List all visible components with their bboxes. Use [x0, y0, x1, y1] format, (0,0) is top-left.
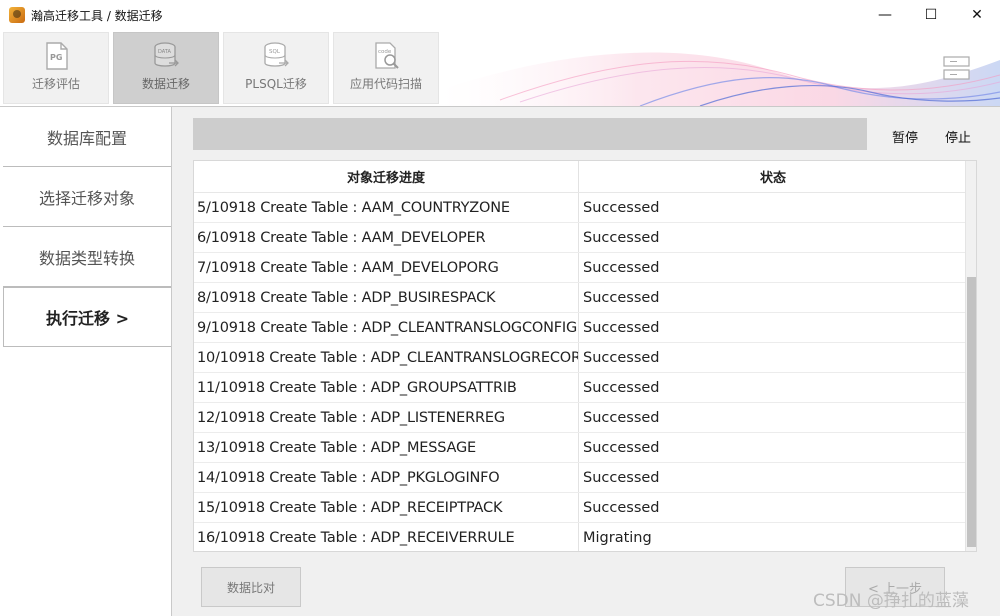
table-row[interactable]: 6/10918 Create Table : AAM_DEVELOPER Succ…	[194, 223, 967, 253]
svg-text:SQL: SQL	[269, 49, 281, 55]
step-navigation: 数据库配置 选择迁移对象 数据类型转换 执行迁移 >	[0, 106, 172, 616]
stop-button[interactable]: 停止	[945, 127, 971, 146]
table-row[interactable]: 16/10918 Create Table : ADP_RECEIVERRULE…	[194, 523, 967, 551]
migration-progress-bar	[193, 118, 867, 150]
tool-app-code-scan[interactable]: code 应用代码扫描	[333, 32, 439, 104]
decorative-wave-banner	[440, 52, 1000, 106]
progress-cell: 7/10918 Create Table : AAM_DEVELOPORG	[194, 253, 579, 282]
scrollbar-thumb[interactable]	[967, 277, 976, 547]
nav-execute-migration[interactable]: 执行迁移 >	[3, 287, 171, 347]
progress-cell: 12/10918 Create Table : ADP_LISTENERREG	[194, 403, 579, 432]
table-row[interactable]: 7/10918 Create Table : AAM_DEVELOPORG Suc…	[194, 253, 967, 283]
progress-cell: 11/10918 Create Table : ADP_GROUPSATTRIB	[194, 373, 579, 402]
maximize-button[interactable]: ☐	[908, 0, 954, 30]
progress-cell: 9/10918 Create Table : ADP_CLEANTRANSLOG…	[194, 313, 579, 342]
progress-cell: 13/10918 Create Table : ADP_MESSAGE	[194, 433, 579, 462]
status-cell: Successed	[583, 379, 660, 396]
table-row[interactable]: 9/10918 Create Table : ADP_CLEANTRANSLOG…	[194, 313, 967, 343]
tool-label: 迁移评估	[31, 77, 80, 91]
column-header-progress[interactable]: 对象迁移进度	[194, 161, 579, 192]
status-cell: Successed	[583, 439, 660, 456]
status-cell: Successed	[583, 409, 660, 426]
svg-text:DATA: DATA	[158, 49, 171, 55]
data-compare-button[interactable]: 数据比对	[201, 567, 301, 607]
tool-label: 应用代码扫描	[349, 77, 422, 91]
progress-cell: 6/10918 Create Table : AAM_DEVELOPER	[194, 223, 579, 252]
table-row[interactable]: 15/10918 Create Table : ADP_RECEIPTPACK S…	[194, 493, 967, 523]
status-cell: Successed	[583, 469, 660, 486]
progress-cell: 15/10918 Create Table : ADP_RECEIPTPACK	[194, 493, 579, 522]
title-bar: 瀚高迁移工具 / 数据迁移 — ☐ ✕	[0, 0, 1000, 30]
table-row[interactable]: 11/10918 Create Table : ADP_GROUPSATTRIB…	[194, 373, 967, 403]
window-title: 瀚高迁移工具 / 数据迁移	[31, 8, 163, 23]
status-cell: Successed	[583, 199, 660, 216]
svg-text:PG: PG	[50, 53, 62, 62]
table-row[interactable]: 14/10918 Create Table : ADP_PKGLOGINFO Su…	[194, 463, 967, 493]
code-scan-icon: code	[375, 42, 399, 69]
menu-list-icon[interactable]	[943, 55, 970, 81]
svg-text:code: code	[378, 49, 392, 55]
status-cell: Migrating	[583, 529, 652, 546]
table-row[interactable]: 12/10918 Create Table : ADP_LISTENERREG S…	[194, 403, 967, 433]
table-row[interactable]: 13/10918 Create Table : ADP_MESSAGE Succe…	[194, 433, 967, 463]
tool-data-migration[interactable]: DATA 数据迁移	[113, 32, 219, 104]
pg-file-icon: PG	[46, 42, 68, 70]
bottom-action-bar: 数据比对 < 上一步 CSDN @挣扎的蓝藻	[172, 556, 1000, 616]
watermark-text: CSDN @挣扎的蓝藻	[813, 591, 969, 611]
table-scrollbar[interactable]	[965, 161, 976, 551]
status-cell: Successed	[583, 499, 660, 516]
table-row[interactable]: 10/10918 Create Table : ADP_CLEANTRANSLO…	[194, 343, 967, 373]
progress-cell: 5/10918 Create Table : AAM_COUNTRYZONE	[194, 193, 579, 222]
table-header: 对象迁移进度 状态	[194, 161, 967, 193]
tool-migration-assessment[interactable]: PG 迁移评估	[3, 32, 109, 104]
toolbar: PG 迁移评估 DATA 数据迁移 SQL PLSQL迁移 code 应用代码扫…	[0, 30, 1000, 106]
table-row[interactable]: 8/10918 Create Table : ADP_BUSIRESPACK Su…	[194, 283, 967, 313]
app-logo-icon	[9, 7, 25, 23]
table-row[interactable]: 5/10918 Create Table : AAM_COUNTRYZONE Su…	[194, 193, 967, 223]
tool-label: 数据迁移	[141, 77, 190, 91]
status-cell: Successed	[583, 259, 660, 276]
progress-cell: 8/10918 Create Table : ADP_BUSIRESPACK	[194, 283, 579, 312]
migration-panel: 暂停 停止 对象迁移进度 状态 5/10918 Create Table : A…	[172, 106, 1000, 556]
tool-plsql-migration[interactable]: SQL PLSQL迁移	[223, 32, 329, 104]
progress-cell: 10/10918 Create Table : ADP_CLEANTRANSLO…	[194, 343, 579, 372]
minimize-button[interactable]: —	[862, 0, 908, 30]
progress-cell: 14/10918 Create Table : ADP_PKGLOGINFO	[194, 463, 579, 492]
status-cell: Successed	[583, 349, 660, 366]
close-button[interactable]: ✕	[954, 0, 1000, 30]
status-cell: Successed	[583, 319, 660, 336]
sql-database-icon: SQL	[264, 42, 289, 67]
database-data-icon: DATA	[154, 42, 179, 67]
progress-cell: 16/10918 Create Table : ADP_RECEIVERRULE	[194, 523, 579, 551]
status-cell: Successed	[583, 229, 660, 246]
table-body: 5/10918 Create Table : AAM_COUNTRYZONE Su…	[194, 193, 967, 551]
nav-datatype-conversion[interactable]: 数据类型转换	[3, 227, 171, 287]
status-cell: Successed	[583, 289, 660, 306]
nav-select-objects[interactable]: 选择迁移对象	[3, 167, 171, 227]
pause-button[interactable]: 暂停	[892, 127, 918, 146]
migration-progress-table: 对象迁移进度 状态 5/10918 Create Table : AAM_COU…	[193, 160, 977, 552]
column-header-status[interactable]: 状态	[579, 161, 967, 192]
tool-label: PLSQL迁移	[245, 77, 307, 91]
nav-database-config[interactable]: 数据库配置	[3, 107, 171, 167]
